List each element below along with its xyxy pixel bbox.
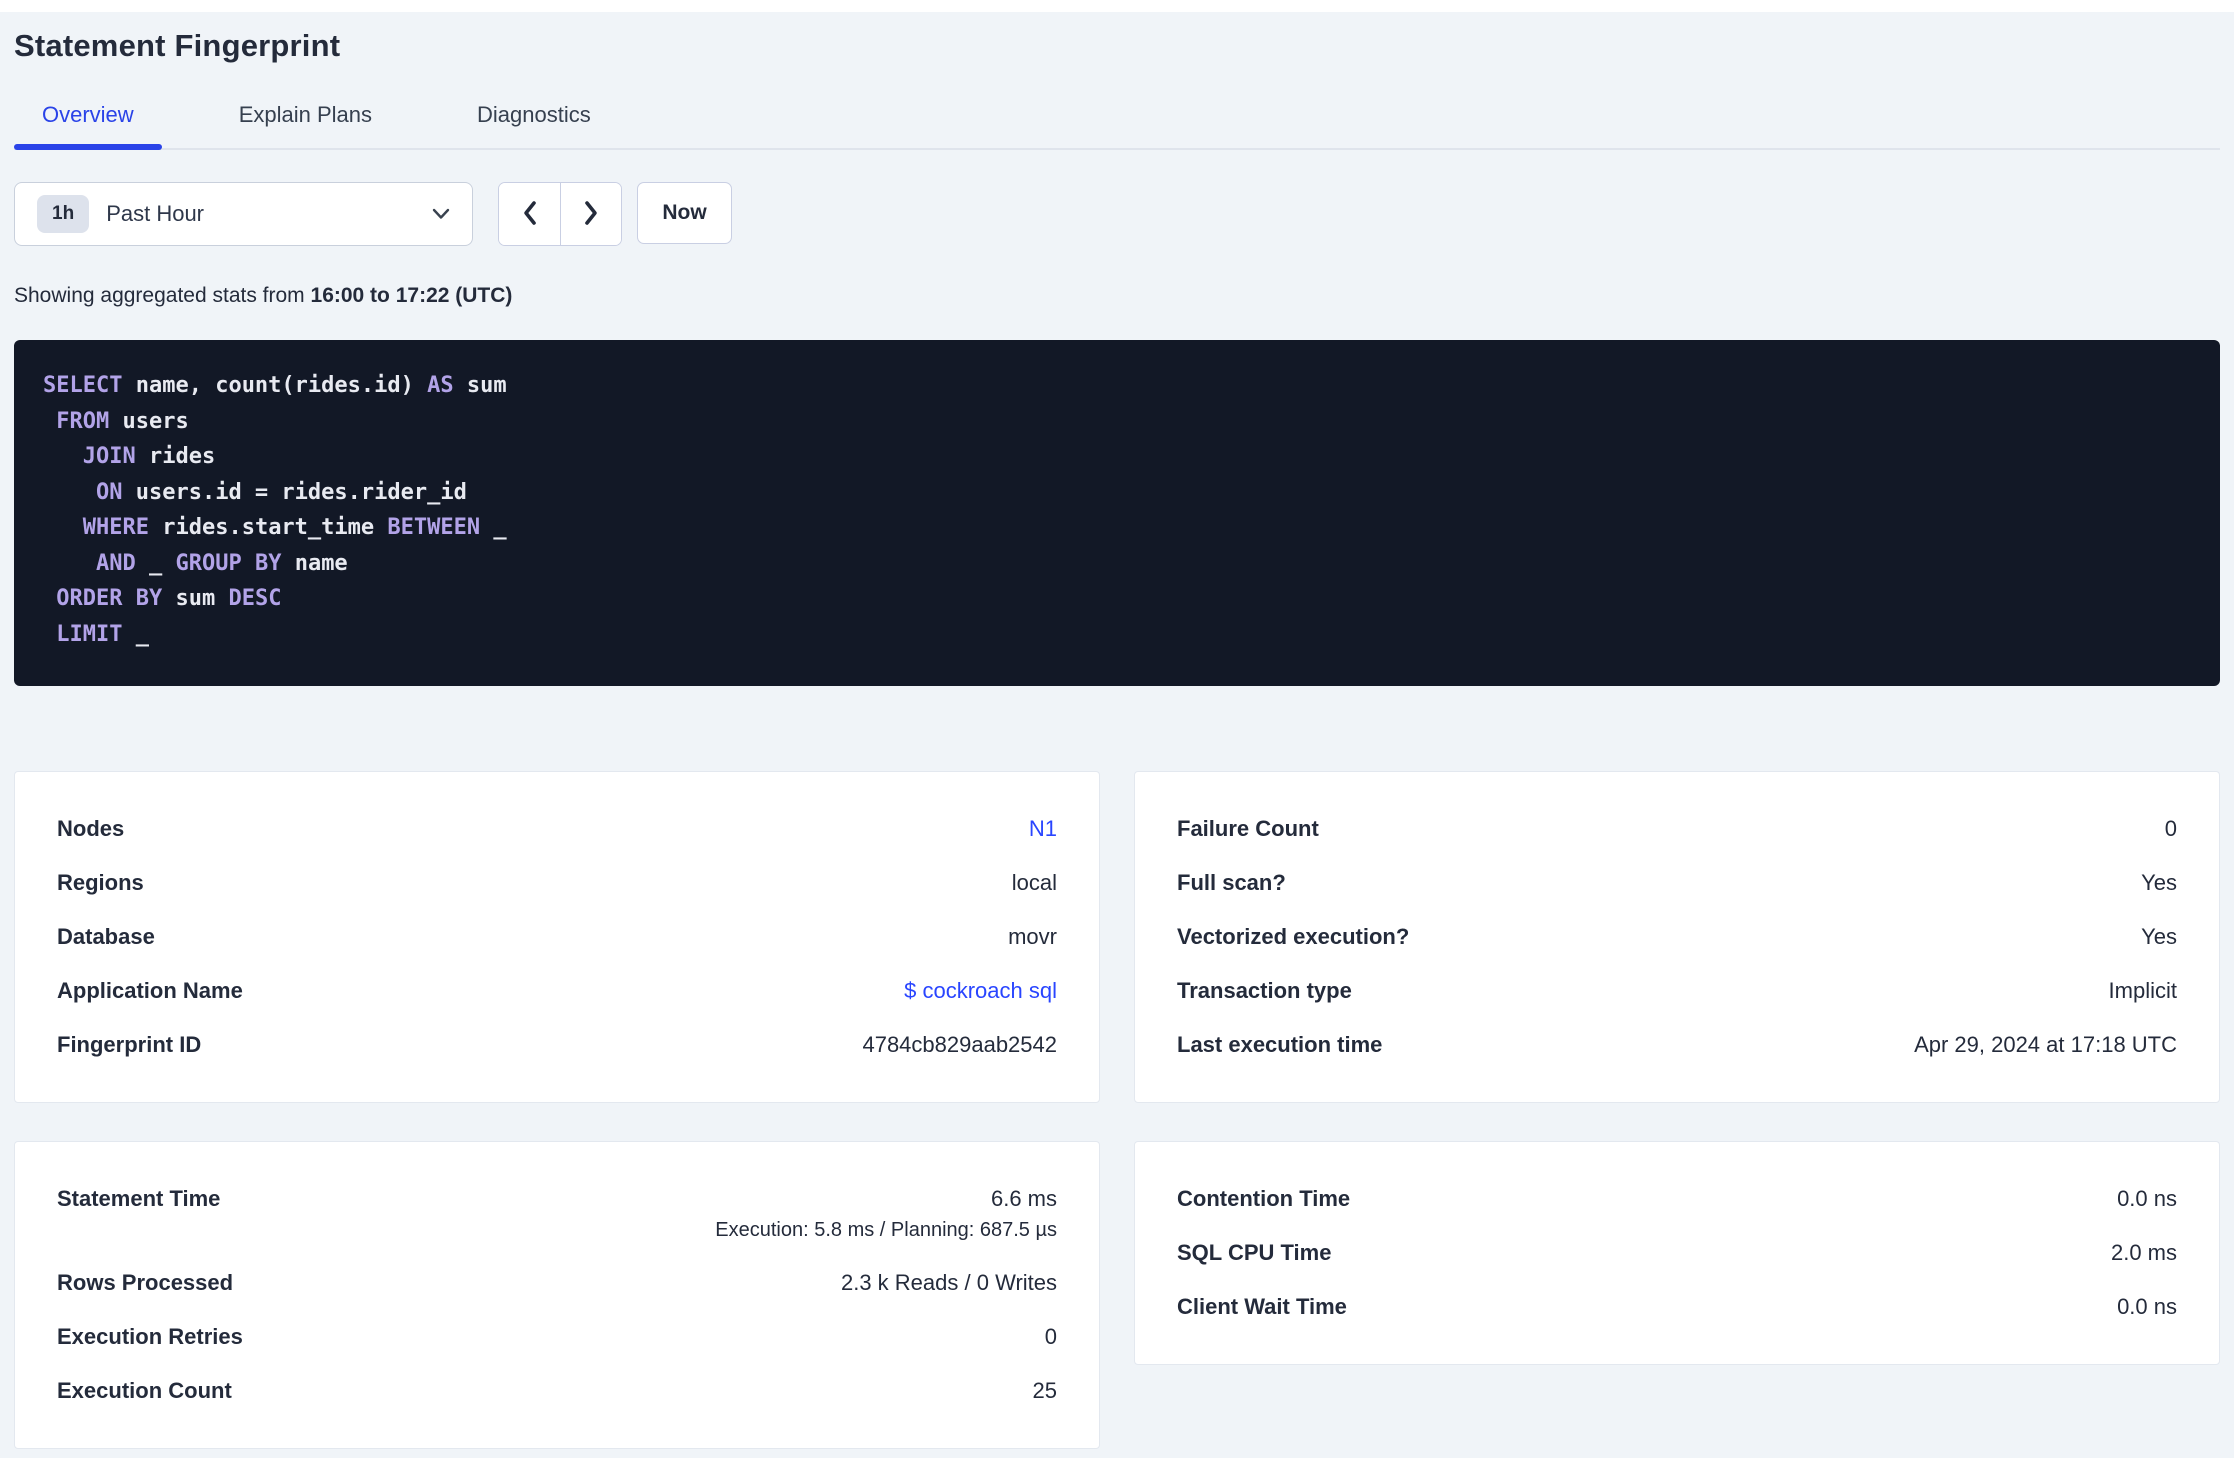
stat-label: Nodes: [57, 816, 125, 841]
caption-prefix: Showing aggregated stats from: [14, 284, 311, 307]
stat-label: Client Wait Time: [1177, 1294, 1347, 1319]
time-range-label: Past Hour: [106, 201, 205, 226]
stat-row: Full scan? Yes: [1177, 870, 2177, 896]
stat-row: Fingerprint ID 4784cb829aab2542: [57, 1032, 1057, 1058]
chevron-right-icon: [580, 200, 602, 229]
stat-label: Execution Retries: [57, 1324, 243, 1349]
tab-overview[interactable]: Overview: [14, 102, 162, 150]
top-edge-strip: [0, 0, 2234, 12]
tab-diagnostics[interactable]: Diagnostics: [449, 102, 619, 148]
page-title: Statement Fingerprint: [14, 28, 341, 63]
stat-value: 25: [1032, 1378, 1057, 1403]
stat-value: Implicit: [2108, 978, 2177, 1003]
stat-row: SQL CPU Time 2.0 ms: [1177, 1240, 2177, 1266]
now-button[interactable]: Now: [637, 182, 732, 244]
stat-label: Last execution time: [1177, 1032, 1383, 1057]
stat-label: Failure Count: [1177, 816, 1319, 841]
time-picker-row: 1h Past Hour Now: [14, 182, 2220, 246]
stat-value: 0.0 ns: [2117, 1294, 2177, 1319]
sql-statement-box: SELECT name, count(rides.id) AS sum FROM…: [14, 340, 2220, 686]
stat-value: 4784cb829aab2542: [862, 1032, 1057, 1057]
stat-value: 2.3 k Reads / 0 Writes: [840, 1270, 1057, 1295]
stat-row: Nodes N1: [57, 816, 1057, 842]
wait-time-card: Contention Time 0.0 ns SQL CPU Time 2.0 ms C…: [1134, 1141, 2220, 1365]
tab-bar: Overview Explain Plans Diagnostics: [14, 102, 2220, 150]
stat-row: Contention Time 0.0 ns: [1177, 1186, 2177, 1212]
time-range-badge: 1h: [37, 195, 90, 233]
stat-row: Regions local: [57, 870, 1057, 896]
stat-value-link[interactable]: $ cockroach sql: [904, 978, 1057, 1004]
stat-value: Yes: [2141, 870, 2177, 895]
stat-row: Rows Processed 2.3 k Reads / 0 Writes: [57, 1270, 1057, 1296]
next-interval-button[interactable]: [560, 183, 621, 245]
execution-attributes-card: Failure Count 0 Full scan? Yes Vectorized ex…: [1134, 771, 2220, 1103]
stat-label: Rows Processed: [57, 1270, 234, 1295]
tab-explain-plans[interactable]: Explain Plans: [211, 102, 400, 148]
stat-label: Vectorized execution?: [1177, 924, 1410, 949]
stat-value: 0.0 ns: [2117, 1186, 2177, 1211]
stat-value: Apr 29, 2024 at 17:18 UTC: [1914, 1032, 2177, 1057]
time-range-dropdown[interactable]: 1h Past Hour: [14, 182, 473, 246]
aggregated-stats-caption: Showing aggregated stats from 16:00 to 1…: [14, 284, 2220, 308]
stat-label: Database: [57, 924, 155, 949]
stat-row: Statement Time 6.6 ms: [57, 1186, 1057, 1212]
stat-value: 0: [2164, 816, 2177, 841]
stat-subvalue: Execution: 5.8 ms / Planning: 687.5 µs: [715, 1219, 1057, 1241]
stat-row: Execution Count 25: [57, 1378, 1057, 1404]
stat-row: Vectorized execution? Yes: [1177, 924, 2177, 950]
time-step-buttons: [498, 182, 622, 246]
stat-row: Execution Retries 0: [57, 1324, 1057, 1350]
stat-label: Full scan?: [1177, 870, 1286, 895]
stat-row: Transaction type Implicit: [1177, 978, 2177, 1004]
statement-timing-card: Statement Time 6.6 ms Execution: 5.8 ms / …: [14, 1141, 1100, 1449]
chevron-left-icon: [519, 200, 541, 229]
chevron-down-icon: [432, 208, 450, 220]
stat-value: local: [1011, 870, 1057, 895]
stat-row: Last execution time Apr 29, 2024 at 17:18…: [1177, 1032, 2177, 1058]
stat-row: Failure Count 0: [1177, 816, 2177, 842]
stat-label: Transaction type: [1177, 978, 1352, 1003]
stat-value: 0: [1044, 1324, 1057, 1349]
stat-label: Application Name: [57, 978, 243, 1003]
statement-details-card: Nodes N1 Regions local Database movr Applicati…: [14, 771, 1100, 1103]
stat-label: SQL CPU Time: [1177, 1240, 1332, 1265]
stat-row: Client Wait Time 0.0 ns: [1177, 1294, 2177, 1320]
stats-cards-grid: Nodes N1 Regions local Database movr Applicati…: [14, 771, 2220, 1449]
stat-value: Yes: [2141, 924, 2177, 949]
stat-value: movr: [1008, 924, 1057, 949]
stat-label: Contention Time: [1177, 1186, 1351, 1211]
previous-interval-button[interactable]: [499, 183, 560, 245]
statement-fingerprint-page: Statement Fingerprint Overview Explain P…: [0, 28, 2234, 1449]
caption-time-range: 16:00 to 17:22 (UTC): [310, 284, 513, 307]
stat-label: Statement Time: [57, 1186, 221, 1211]
stat-value: 2.0 ms: [2110, 1240, 2177, 1265]
stat-label: Regions: [57, 870, 144, 895]
stat-value: 6.6 ms: [990, 1186, 1057, 1211]
stat-label: Execution Count: [57, 1378, 232, 1403]
stat-label: Fingerprint ID: [57, 1032, 202, 1057]
stat-row: Database movr: [57, 924, 1057, 950]
stat-row: Application Name $ cockroach sql: [57, 978, 1057, 1004]
stat-value-link[interactable]: N1: [1029, 816, 1057, 842]
sql-statement: SELECT name, count(rides.id) AS sum FROM…: [43, 373, 507, 647]
